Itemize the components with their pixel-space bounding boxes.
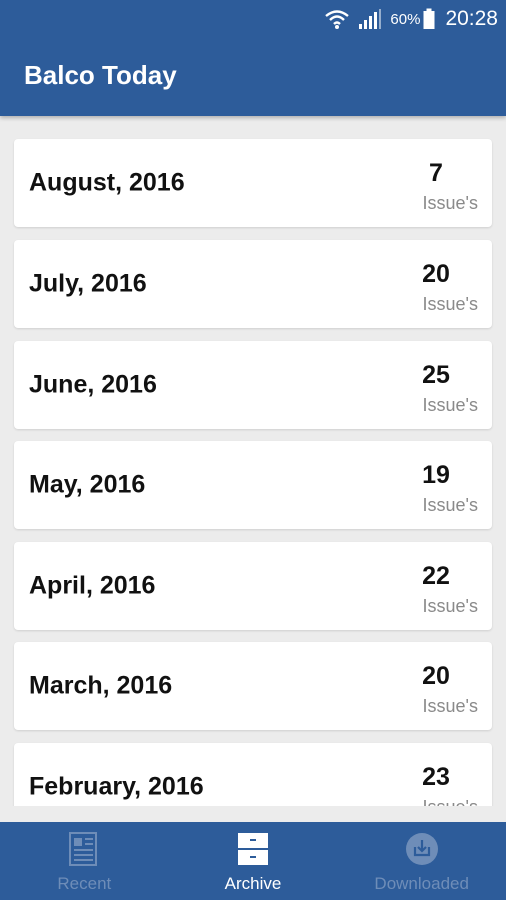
battery-percent: 60% (390, 10, 421, 28)
archive-box-icon (234, 830, 272, 868)
month-label: February, 2016 (29, 772, 204, 801)
status-bar: 60% 20:28 (0, 0, 506, 38)
status-time: 20:28 (445, 7, 498, 30)
month-label: June, 2016 (29, 370, 157, 399)
archive-item[interactable]: August, 2016 7 Issue's (14, 139, 492, 227)
wifi-icon (324, 8, 350, 30)
app-title: Balco Today (24, 60, 177, 90)
archive-item[interactable]: April, 2016 22 Issue's (14, 542, 492, 630)
issue-count: 23 (422, 763, 450, 791)
issue-unit: Issue's (423, 797, 478, 806)
signal-icon (358, 8, 382, 30)
issue-unit: Issue's (422, 193, 478, 213)
battery-icon (423, 8, 435, 30)
month-label: March, 2016 (29, 671, 173, 700)
app-header: 60% 20:28 Balco Today (0, 0, 506, 116)
archive-item[interactable]: February, 2016 23 Issue's (14, 743, 492, 806)
tab-recent-label: Recent (57, 874, 112, 893)
tab-archive[interactable]: Archive (169, 822, 338, 900)
download-icon (403, 830, 441, 868)
archive-item[interactable]: May, 2016 19 Issue's (14, 441, 492, 529)
issue-unit: Issue's (422, 495, 478, 515)
month-label: August, 2016 (29, 168, 185, 197)
issue-unit: Issue's (422, 696, 478, 716)
archive-item[interactable]: March, 2016 20 Issue's (14, 642, 492, 730)
newspaper-icon (65, 830, 103, 868)
issue-count: 20 (422, 260, 450, 288)
tab-downloaded-label: Downloaded (374, 874, 469, 893)
month-label: April, 2016 (29, 571, 156, 600)
issue-unit: Issue's (422, 596, 478, 616)
archive-item[interactable]: July, 2016 20 Issue's (14, 240, 492, 328)
bottom-nav: Recent Archive Downloaded (0, 822, 506, 900)
tab-archive-label: Archive (224, 874, 282, 893)
archive-item[interactable]: June, 2016 25 Issue's (14, 341, 492, 429)
issue-count: 25 (422, 361, 450, 389)
issue-count: 22 (422, 562, 450, 590)
tab-recent[interactable]: Recent (0, 822, 169, 900)
issue-unit: Issue's (422, 395, 478, 415)
tab-downloaded[interactable]: Downloaded (337, 822, 506, 900)
issue-count: 7 (429, 159, 443, 187)
month-label: May, 2016 (29, 470, 146, 499)
archive-list[interactable]: August, 2016 7 Issue's July, 2016 20 Iss… (0, 116, 506, 806)
issue-unit: Issue's (422, 294, 478, 314)
month-label: July, 2016 (29, 269, 147, 298)
issue-count: 20 (422, 662, 450, 690)
issue-count: 19 (422, 461, 450, 489)
